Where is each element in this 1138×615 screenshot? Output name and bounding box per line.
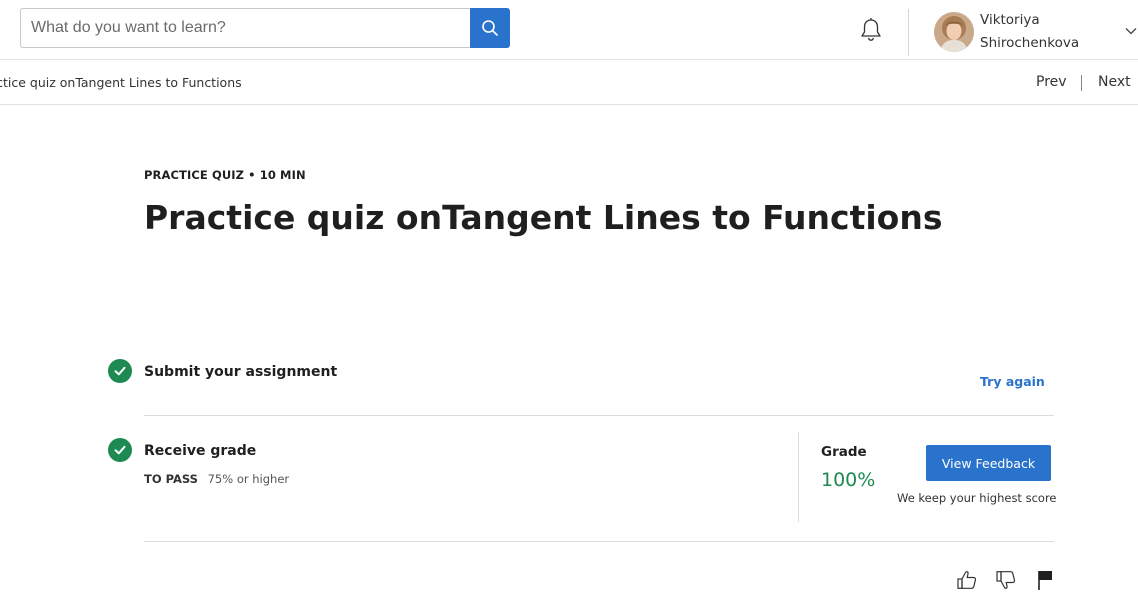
search-input[interactable] xyxy=(20,8,471,48)
chevron-down-icon xyxy=(1125,28,1137,35)
breadcrumb[interactable]: Practice quiz onTangent Lines to Functio… xyxy=(0,75,242,90)
item-navigation-bar: Practice quiz onTangent Lines to Functio… xyxy=(0,60,1138,105)
like-button[interactable] xyxy=(955,568,979,592)
user-name[interactable]: Viktoriya Shirochenkova xyxy=(980,9,1110,55)
grade-label: Grade xyxy=(821,444,867,460)
receive-grade-title: Receive grade xyxy=(144,443,257,459)
view-feedback-button[interactable]: View Feedback xyxy=(926,445,1051,481)
next-button[interactable]: Next xyxy=(1098,74,1131,90)
search-icon xyxy=(482,20,498,36)
dislike-button[interactable] xyxy=(994,568,1018,592)
flag-icon xyxy=(1038,571,1052,590)
thumbs-down-icon xyxy=(996,571,1016,589)
grade-value: 100% xyxy=(821,469,876,491)
check-circle-icon xyxy=(114,366,126,376)
notifications-button[interactable] xyxy=(858,16,884,44)
grade-status-icon xyxy=(108,438,132,462)
pass-value: 75% or higher xyxy=(207,472,290,486)
search-button[interactable] xyxy=(470,8,510,48)
report-button[interactable] xyxy=(1034,568,1058,592)
section-divider xyxy=(144,541,1054,542)
submit-assignment-title: Submit your assignment xyxy=(144,364,338,380)
try-again-button[interactable]: Try again xyxy=(980,374,1045,389)
bell-icon xyxy=(861,18,881,41)
thumbs-up-icon xyxy=(957,571,977,589)
grade-divider xyxy=(798,432,799,522)
section-divider xyxy=(144,415,1054,416)
user-menu-toggle[interactable] xyxy=(1124,24,1138,38)
page-title: Practice quiz onTangent Lines to Functio… xyxy=(144,198,943,237)
top-navigation-bar: Viktoriya Shirochenkova xyxy=(0,0,1138,60)
header-divider xyxy=(908,9,909,56)
submit-status-icon xyxy=(108,359,132,383)
highest-score-note: We keep your highest score xyxy=(897,491,1057,505)
item-type-label: PRACTICE QUIZ • 10 MIN xyxy=(144,168,306,182)
pass-label: TO PASS xyxy=(144,472,198,486)
check-circle-icon xyxy=(114,445,126,455)
avatar[interactable] xyxy=(934,12,974,52)
pass-requirement: TO PASS 75% or higher xyxy=(144,472,289,486)
nav-separator xyxy=(1081,75,1082,91)
prev-button[interactable]: Prev xyxy=(1036,74,1067,90)
